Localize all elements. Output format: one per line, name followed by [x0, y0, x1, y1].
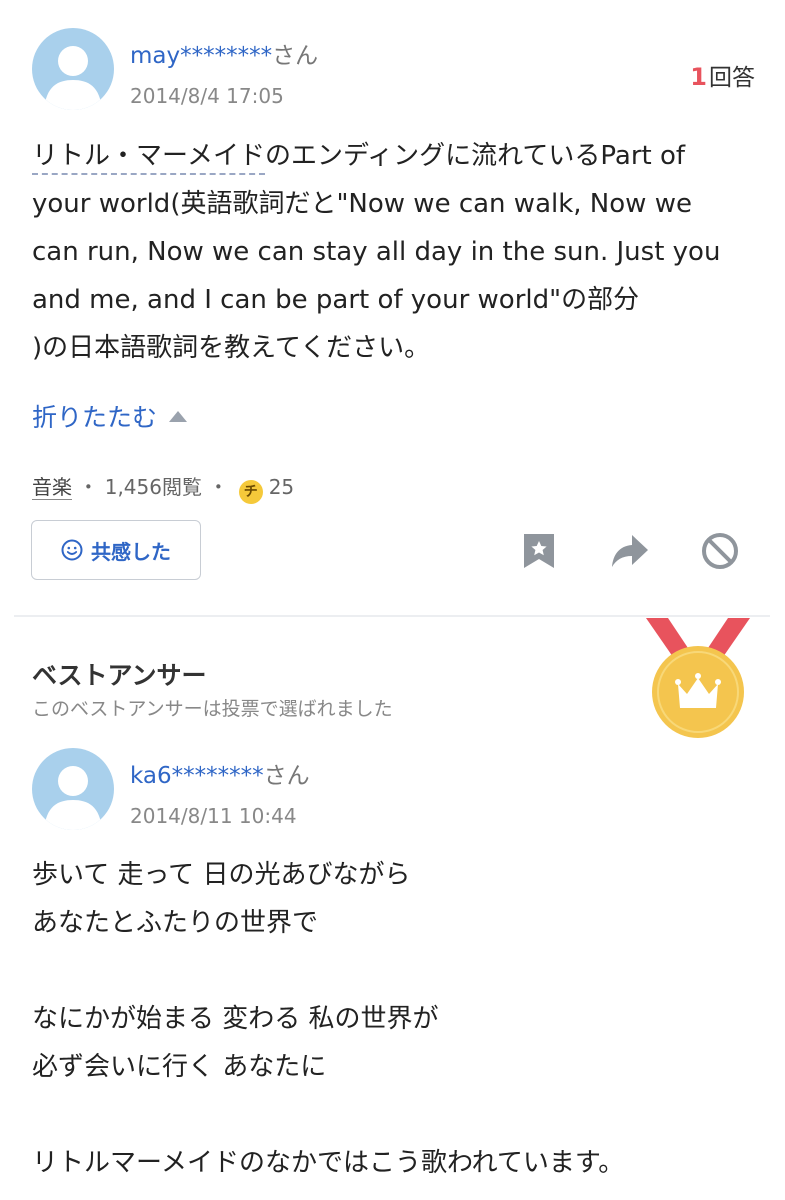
question-body-link[interactable]: リトル・マーメイド: [32, 141, 265, 175]
question-username[interactable]: may********さん: [130, 36, 318, 70]
best-answer-title: ベストアンサー: [32, 661, 207, 690]
answer-body: 歩いて 走って 日の光あびながら あなたとふたりの世界で なにかが始まる 変わる…: [32, 860, 625, 1178]
question-meta: 音楽 ・ 1,456閲覧 ・ チ 25: [32, 471, 294, 504]
category-link[interactable]: 音楽: [32, 475, 72, 500]
coin-count: 25: [268, 475, 295, 499]
answer-count-number: 1: [690, 63, 707, 91]
question-body-line1: のエンディングに流れているPart of: [264, 141, 686, 171]
answer-username-name[interactable]: ka6********: [130, 763, 264, 789]
answer-user-avatar[interactable]: [32, 748, 114, 830]
answer-count-label: 回答: [709, 65, 755, 91]
crown-medal-icon: [646, 618, 750, 738]
answer-username-suffix: さん: [263, 763, 310, 789]
block-icon[interactable]: [701, 532, 739, 570]
question-body: リトル・マーメイドのエンディングに流れているPart of your world…: [32, 132, 762, 372]
question-username-suffix: さん: [272, 43, 319, 69]
meta-separator: ・: [72, 475, 105, 499]
view-count: 1,456閲覧: [104, 475, 202, 499]
question-username-name[interactable]: may********: [130, 43, 272, 69]
question-body-rest: your world(英語歌詞だと"Now we can walk, Now w…: [32, 189, 721, 363]
triangle-up-icon: [169, 411, 188, 422]
question-user-avatar[interactable]: [32, 28, 114, 110]
meta-separator: ・: [201, 475, 235, 499]
question-date: 2014/8/4 17:05: [130, 84, 284, 108]
best-answer-subtitle: このベストアンサーは投票で選ばれました: [32, 698, 393, 720]
bookmark-icon[interactable]: [522, 532, 556, 570]
empathy-label: 共感した: [91, 539, 171, 564]
share-icon[interactable]: [610, 533, 650, 569]
answer-username[interactable]: ka6********さん: [130, 756, 310, 790]
collapse-label[interactable]: 折りたたむ: [32, 403, 157, 432]
coin-icon: チ: [238, 480, 263, 504]
collapse-toggle[interactable]: 折りたたむ: [32, 398, 188, 434]
smile-icon: [61, 539, 83, 561]
answer-date: 2014/8/11 10:44: [130, 804, 297, 828]
answer-count[interactable]: 1回答: [690, 58, 755, 92]
empathy-button[interactable]: 共感した: [31, 520, 201, 580]
